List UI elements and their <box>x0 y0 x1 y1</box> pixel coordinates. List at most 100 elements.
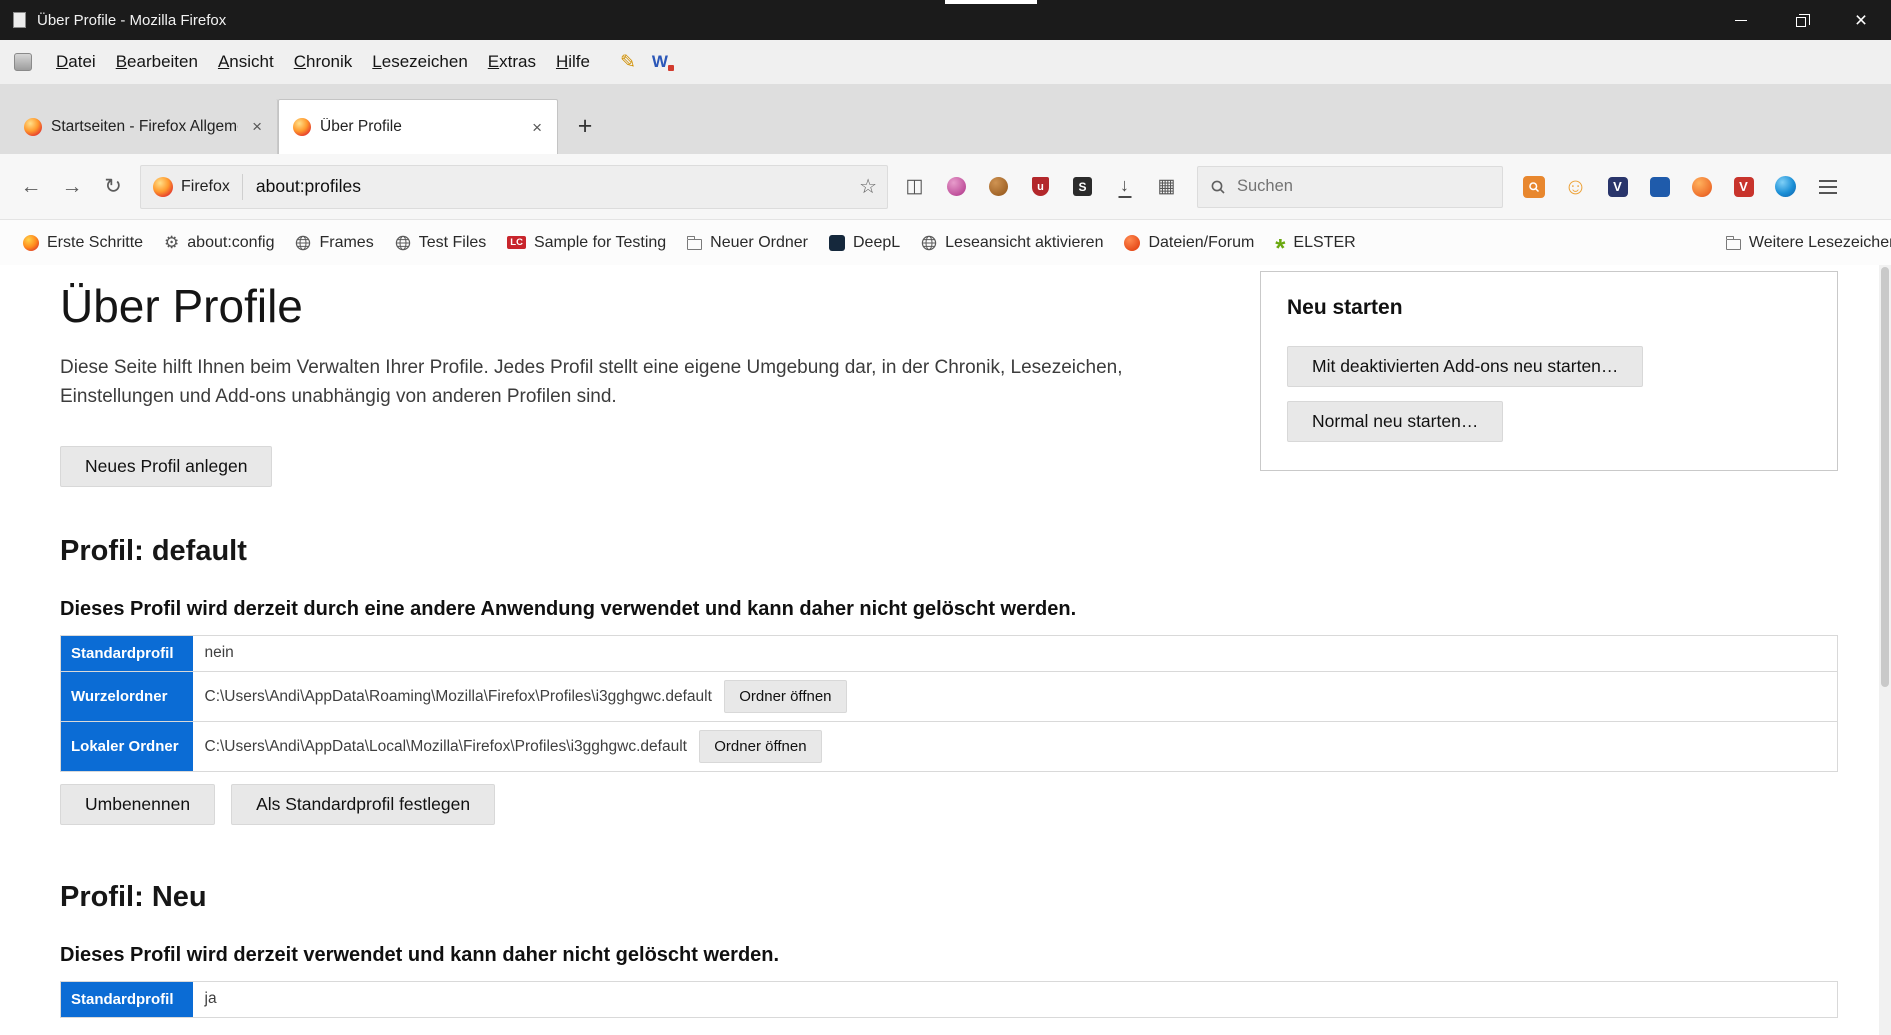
default-profile-value: ja <box>193 981 1838 1017</box>
firefox-identity-icon <box>153 177 173 197</box>
folder-icon <box>687 239 702 250</box>
site-identity[interactable]: Firefox <box>141 166 242 208</box>
apps-grid-button[interactable]: ▦ <box>1148 168 1185 205</box>
bookmark-about-config[interactable]: ⚙ about:config <box>155 230 283 256</box>
url-bar[interactable]: Firefox ☆ <box>140 165 888 209</box>
blue-extension-button[interactable] <box>1641 168 1678 205</box>
cookie-icon <box>989 177 1008 196</box>
elster-star-icon: * <box>1275 243 1285 253</box>
menu-ansicht[interactable]: Ansicht <box>208 47 284 77</box>
restart-addons-disabled-button[interactable]: Mit deaktivierten Add-ons neu starten… <box>1287 346 1643 387</box>
tab-close-icon[interactable]: × <box>247 118 267 135</box>
profile-default-heading: Profil: default <box>60 535 1838 568</box>
url-input[interactable] <box>254 175 849 198</box>
stylus-button[interactable]: S <box>1064 168 1101 205</box>
table-row: Standardprofil ja <box>61 981 1838 1017</box>
open-local-dir-button[interactable]: Ordner öffnen <box>699 730 821 763</box>
menu-extras[interactable]: Extras <box>478 47 546 77</box>
bookmark-label: Leseansicht aktivieren <box>945 234 1103 252</box>
swirl-extension-button[interactable] <box>1767 168 1804 205</box>
default-profile-value: nein <box>193 635 1838 671</box>
menu-bearbeiten[interactable]: Bearbeiten <box>106 47 208 77</box>
profile-default-table: Standardprofil nein Wurzelordner C:\User… <box>60 635 1838 772</box>
w-badge-icon[interactable]: W <box>652 52 672 72</box>
bookmark-elster[interactable]: * ELSTER <box>1266 230 1364 256</box>
open-root-dir-button[interactable]: Ordner öffnen <box>724 680 846 713</box>
window-controls: × <box>1711 0 1891 40</box>
blue-square-icon <box>1650 177 1670 197</box>
vertical-scrollbar[interactable] <box>1879 265 1891 1035</box>
menu-lesezeichen[interactable]: Lesezeichen <box>362 47 477 77</box>
search-icon <box>1210 179 1226 195</box>
tab-ueber-profile[interactable]: Über Profile × <box>278 99 558 154</box>
bookmark-label: Weitere Lesezeichen <box>1749 234 1891 252</box>
app-icon[interactable] <box>14 53 32 71</box>
s-badge-icon: S <box>1073 177 1092 196</box>
profile-default-notice: Dieses Profil wird derzeit durch eine an… <box>60 598 1560 621</box>
screenshot-extension-button[interactable] <box>1515 168 1552 205</box>
identity-divider <box>242 174 243 200</box>
forward-button[interactable]: → <box>53 168 91 206</box>
menu-hilfe[interactable]: Hilfe <box>546 47 600 77</box>
forum-icon <box>1124 235 1140 251</box>
orange-circle-icon <box>1692 177 1712 197</box>
shield-icon: u <box>1032 177 1049 196</box>
menu-datei[interactable]: Datei <box>46 47 106 77</box>
orange-extension-button[interactable] <box>1683 168 1720 205</box>
pencil-icon[interactable]: ✎ <box>620 51 636 74</box>
rename-profile-button[interactable]: Umbenennen <box>60 784 215 825</box>
bookmark-label: ELSTER <box>1293 234 1355 252</box>
search-bar[interactable] <box>1197 166 1503 208</box>
bookmark-test-files[interactable]: Test Files <box>386 230 496 256</box>
tab-close-icon[interactable]: × <box>527 119 547 136</box>
flower-icon <box>947 177 966 196</box>
bookmark-star-icon[interactable]: ☆ <box>849 174 887 199</box>
bookmark-weitere-lesezeichen[interactable]: Weitere Lesezeichen <box>1717 230 1891 256</box>
new-tab-button[interactable]: + <box>566 107 604 145</box>
reload-button[interactable]: ↻ <box>94 168 132 206</box>
bookmark-label: Neuer Ordner <box>710 234 808 252</box>
globe-icon <box>295 235 311 251</box>
magnifier-badge-icon <box>1523 176 1545 198</box>
bookmark-deepl[interactable]: DeepL <box>820 230 909 256</box>
swirl-icon <box>1775 176 1796 197</box>
menu-chronik[interactable]: Chronik <box>284 47 363 77</box>
search-input[interactable] <box>1235 176 1490 197</box>
set-default-profile-button[interactable]: Als Standardprofil festlegen <box>231 784 495 825</box>
emoji-extension-button[interactable]: ☺ <box>1557 168 1594 205</box>
ublock-button[interactable]: u <box>1022 168 1059 205</box>
lc-badge-icon: LC <box>507 236 526 250</box>
back-button[interactable]: ← <box>12 168 50 206</box>
bookmark-frames[interactable]: Frames <box>286 230 382 256</box>
bookmark-neuer-ordner[interactable]: Neuer Ordner <box>678 230 817 256</box>
tab-label: Über Profile <box>320 118 518 136</box>
sidebar-toggle-button[interactable]: ◫ <box>896 168 933 205</box>
v-badge-icon: V <box>1608 177 1628 197</box>
close-window-button[interactable]: × <box>1831 0 1891 40</box>
create-profile-button[interactable]: Neues Profil anlegen <box>60 446 272 487</box>
firefox-favicon-icon <box>24 118 42 136</box>
app-menu-button[interactable] <box>1809 168 1846 205</box>
profile-section-neu: Profil: Neu Dieses Profil wird derzeit v… <box>60 881 1838 1018</box>
bookmark-sample-for-testing[interactable]: LC Sample for Testing <box>498 230 675 256</box>
row-label: Wurzelordner <box>61 671 193 721</box>
downloads-button[interactable]: ↓ <box>1106 168 1143 205</box>
minimize-button[interactable] <box>1711 0 1771 40</box>
table-row: Wurzelordner C:\Users\Andi\AppData\Roami… <box>61 671 1838 721</box>
bookmark-dateien-forum[interactable]: Dateien/Forum <box>1115 230 1263 256</box>
restore-icon <box>1796 17 1806 27</box>
bookmark-leseansicht[interactable]: Leseansicht aktivieren <box>912 230 1112 256</box>
v-dark-extension-button[interactable]: V <box>1599 168 1636 205</box>
restore-button[interactable] <box>1771 0 1831 40</box>
bookmark-label: Frames <box>319 234 373 252</box>
restart-normal-button[interactable]: Normal neu starten… <box>1287 401 1503 442</box>
minimize-icon <box>1735 20 1747 21</box>
scrollbar-thumb[interactable] <box>1881 267 1889 687</box>
row-label: Lokaler Ordner <box>61 721 193 771</box>
cookie-extension-button[interactable] <box>980 168 1017 205</box>
container-extension-button[interactable] <box>938 168 975 205</box>
bookmark-erste-schritte[interactable]: Erste Schritte <box>14 230 152 256</box>
sidebar-icon: ◫ <box>906 177 924 196</box>
tab-startseiten[interactable]: Startseiten - Firefox Allgeme × <box>10 99 278 154</box>
v-red-extension-button[interactable]: V <box>1725 168 1762 205</box>
